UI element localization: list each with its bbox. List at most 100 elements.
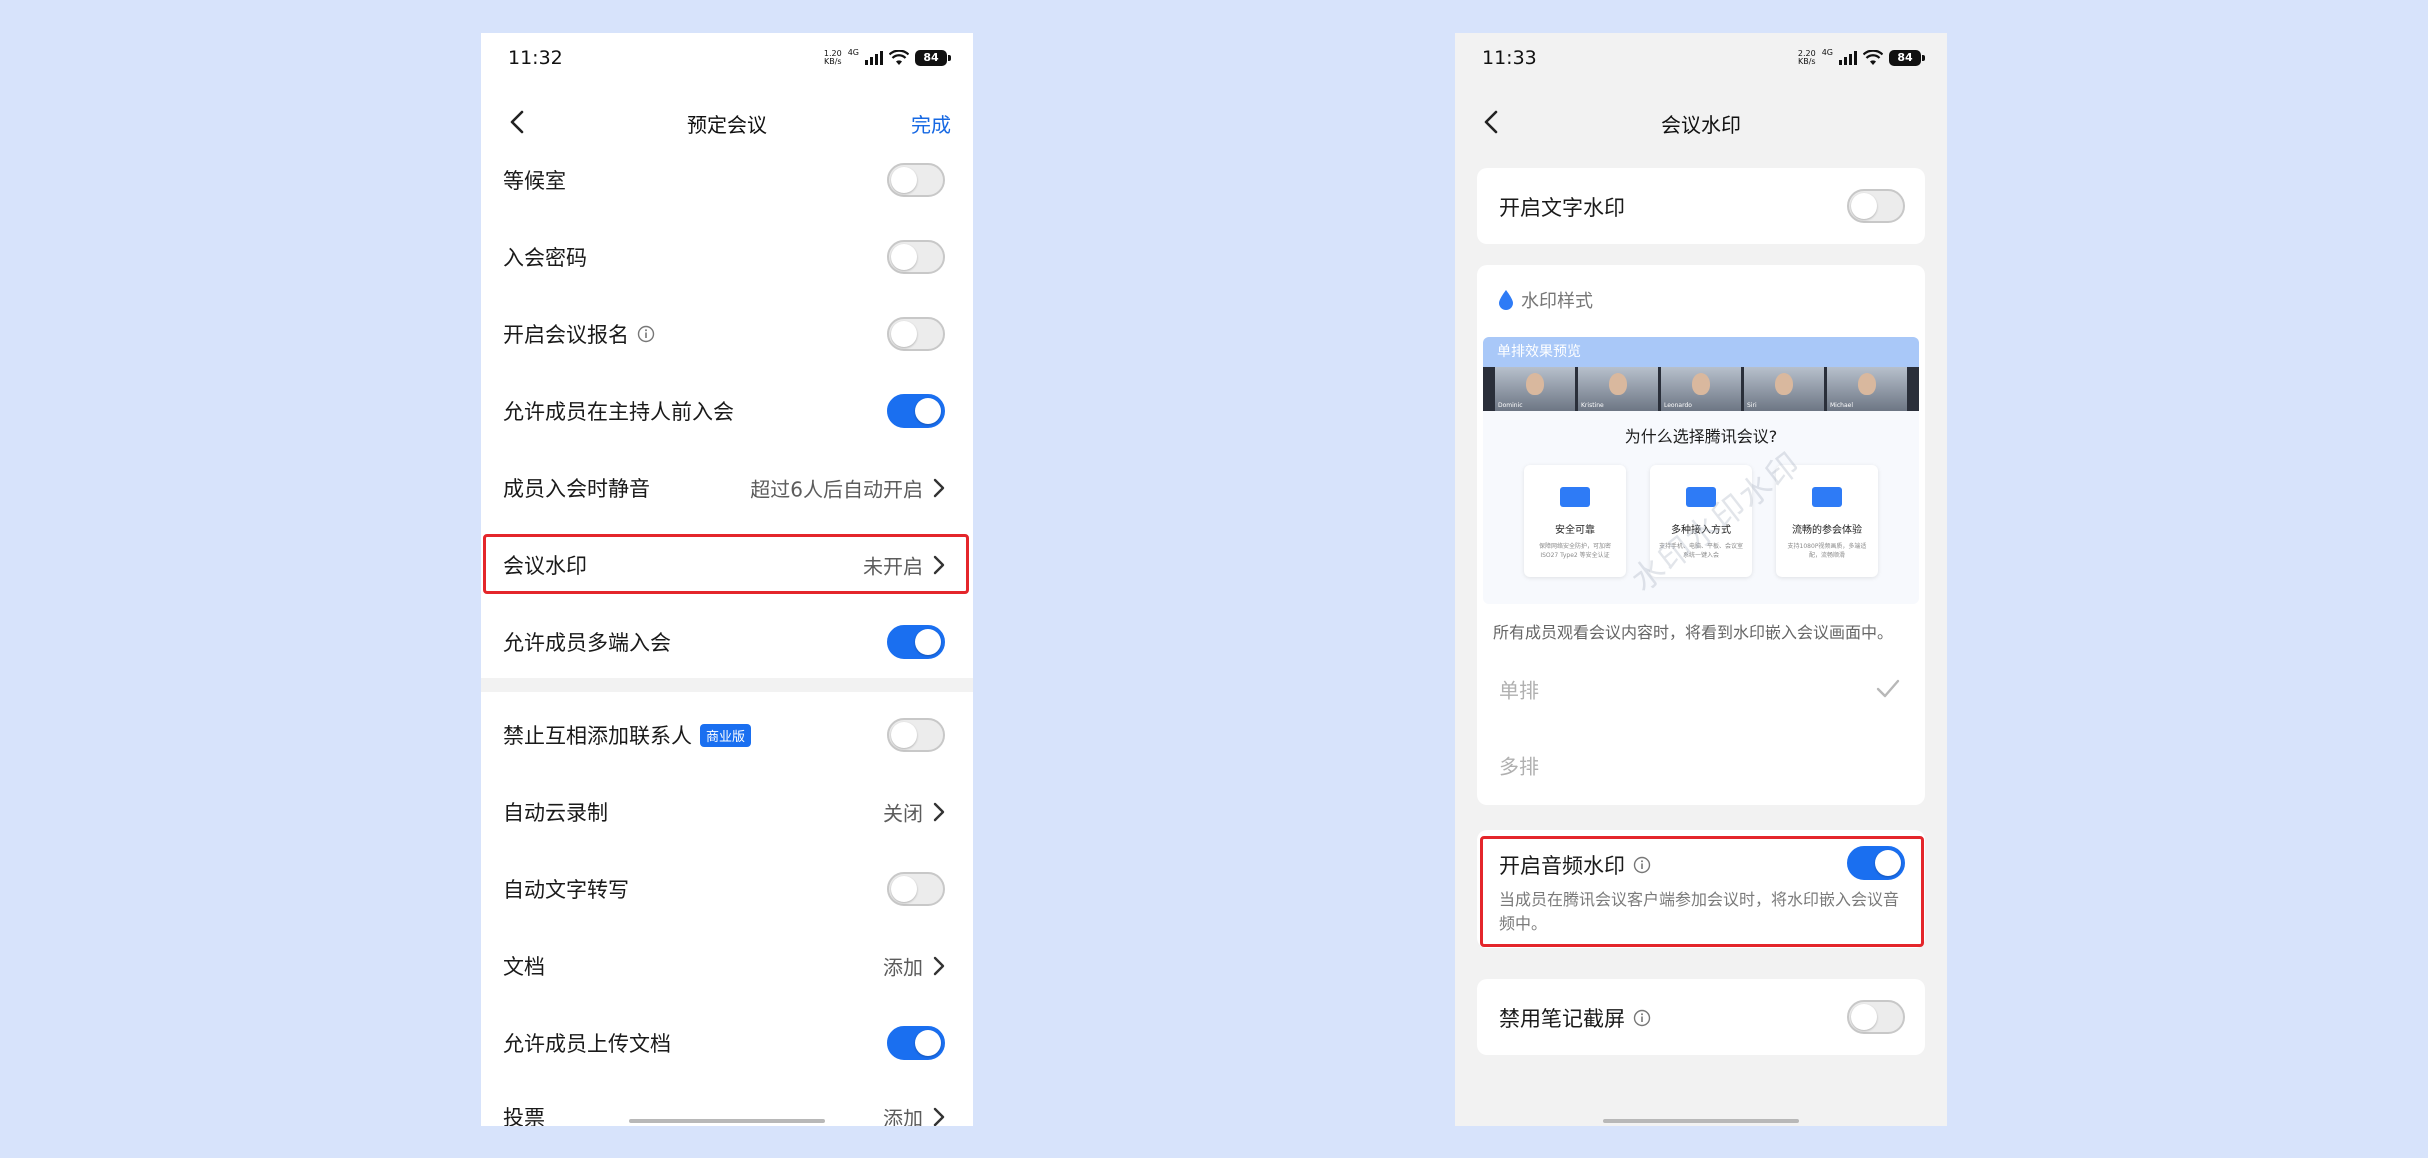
chevron-right-icon xyxy=(933,802,945,822)
row-label: 允许成员上传文档 xyxy=(503,1032,671,1056)
watermark-highlight-box xyxy=(483,534,969,594)
shield-icon xyxy=(1560,487,1590,507)
participant-name: Kristine xyxy=(1581,402,1604,409)
row-label-text: 开启会议报名 xyxy=(503,323,629,347)
text-watermark-label: 开启文字水印 xyxy=(1499,196,1625,220)
page-title: 会议水印 xyxy=(1661,113,1741,137)
row-label: 等候室 xyxy=(503,169,566,193)
status-icons: 1.20 KB/s 4G 84 xyxy=(824,48,951,68)
battery-icon: 84 xyxy=(1889,50,1925,66)
home-indicator xyxy=(1603,1119,1799,1123)
status-bar: 11:32 1.20 KB/s 4G 84 xyxy=(481,33,973,85)
battery-icon: 84 xyxy=(915,50,951,66)
row-label: 文档 xyxy=(503,955,545,979)
status-icons: 2.20 KB/s 4G 84 xyxy=(1798,48,1925,68)
row-value: 超过6人后自动开启 xyxy=(750,477,923,502)
wifi-icon xyxy=(1863,50,1883,65)
waiting-room-toggle[interactable] xyxy=(887,163,945,197)
network-type: 4G xyxy=(1821,48,1833,57)
row-label: 允许成员在主持人前入会 xyxy=(503,400,734,424)
done-button[interactable]: 完成 xyxy=(911,109,951,138)
participant-name: Michael xyxy=(1830,402,1853,409)
style-section-title: 水印样式 xyxy=(1521,291,1593,312)
style-section-header: 水印样式 xyxy=(1497,287,1593,313)
option-single-row[interactable]: 单排 xyxy=(1477,651,1925,727)
option-label: 多排 xyxy=(1499,754,1539,779)
meeting-registration-toggle[interactable] xyxy=(887,317,945,351)
signal-icon xyxy=(1839,51,1857,65)
row-value: 关闭 xyxy=(883,801,923,826)
upload-documents-toggle[interactable] xyxy=(887,1026,945,1060)
feature-desc: 保障网络安全防护，可加密 ISO27 Type2 等安全认证 xyxy=(1538,543,1611,559)
text-watermark-card: 开启文字水印 xyxy=(1477,168,1925,244)
row-multi-device-join: 允许成员多端入会 xyxy=(481,604,973,680)
home-indicator xyxy=(629,1119,825,1123)
feature-title: 流畅的参会体验 xyxy=(1792,525,1862,536)
status-time: 11:32 xyxy=(508,47,563,69)
status-time: 11:33 xyxy=(1482,47,1537,69)
right-phone-screen: 11:33 2.20 KB/s 4G 84 会议水印 开启文字水印 水印样式 单… xyxy=(1455,33,1947,1126)
preview-header: 单排效果预览 xyxy=(1483,337,1919,367)
meeting-password-toggle[interactable] xyxy=(887,240,945,274)
note-screenshot-label-wrap: 禁用笔记截屏 xyxy=(1499,1003,1651,1033)
row-label: 自动文字转写 xyxy=(503,878,629,902)
row-label: 自动云录制 xyxy=(503,801,608,825)
video-strip: Dominic Kristine Leonardo Siri Michael xyxy=(1483,367,1919,411)
nav-bar: 预定会议 完成 xyxy=(481,95,973,149)
option-multi-row[interactable]: 多排 xyxy=(1477,727,1925,803)
style-description: 所有成员观看会议内容时，将看到水印嵌入会议画面中。 xyxy=(1493,623,1894,642)
video-tile: Michael xyxy=(1827,367,1907,411)
chevron-right-icon xyxy=(933,1107,945,1126)
row-label-text: 禁止互相添加联系人 xyxy=(503,724,692,748)
watermark-style-card: 水印样式 单排效果预览 Dominic Kristine Leonardo Si… xyxy=(1477,265,1925,805)
note-screenshot-card: 禁用笔记截屏 xyxy=(1477,979,1925,1055)
feature-title: 安全可靠 xyxy=(1555,525,1595,536)
row-label: 禁止互相添加联系人 商业版 xyxy=(503,720,752,750)
checkmark-icon xyxy=(1876,679,1900,698)
row-auto-cloud-recording[interactable]: 自动云录制 关闭 xyxy=(481,774,973,850)
network-speed: 1.20 KB/s xyxy=(824,50,842,66)
wifi-icon xyxy=(889,50,909,65)
video-tile: Dominic xyxy=(1495,367,1575,411)
row-value: 添加 xyxy=(883,955,923,980)
feature-desc: 支持1080P视频画质，多端适配，流畅顺滑 xyxy=(1787,543,1867,559)
audio-watermark-highlight-box xyxy=(1480,836,1924,947)
row-auto-transcription: 自动文字转写 xyxy=(481,851,973,927)
row-value: 添加 xyxy=(883,1106,923,1127)
row-label: 成员入会时静音 xyxy=(503,477,650,501)
network-speed: 2.20 KB/s xyxy=(1798,50,1816,66)
block-add-contacts-toggle[interactable] xyxy=(887,718,945,752)
chevron-right-icon xyxy=(933,478,945,498)
info-icon[interactable] xyxy=(637,325,655,343)
video-tile: Leonardo xyxy=(1661,367,1741,411)
network-speed-unit: KB/s xyxy=(823,57,842,66)
video-tile: Kristine xyxy=(1578,367,1658,411)
note-screenshot-toggle[interactable] xyxy=(1847,1000,1905,1034)
left-phone-screen: 11:32 1.20 KB/s 4G 84 预定会议 完成 等候室 入会密码 开… xyxy=(481,33,973,1126)
row-documents[interactable]: 文档 添加 xyxy=(481,928,973,1004)
row-block-add-contacts: 禁止互相添加联系人 商业版 xyxy=(481,697,973,773)
multi-device-join-toggle[interactable] xyxy=(887,625,945,659)
signal-icon xyxy=(865,51,883,65)
watermark-preview: 单排效果预览 Dominic Kristine Leonardo Siri Mi… xyxy=(1483,337,1919,604)
participant-name: Siri xyxy=(1747,402,1757,409)
row-waiting-room: 等候室 xyxy=(481,142,973,218)
auto-transcription-toggle[interactable] xyxy=(887,872,945,906)
row-label: 投票 xyxy=(503,1106,545,1126)
row-join-before-host: 允许成员在主持人前入会 xyxy=(481,373,973,449)
network-speed-unit: KB/s xyxy=(1797,57,1816,66)
nav-bar: 会议水印 xyxy=(1455,95,1947,149)
status-bar: 11:33 2.20 KB/s 4G 84 xyxy=(1455,33,1947,85)
join-before-host-toggle[interactable] xyxy=(887,394,945,428)
water-drop-icon xyxy=(1499,290,1513,310)
row-mute-on-entry[interactable]: 成员入会时静音 超过6人后自动开启 xyxy=(481,450,973,526)
business-edition-badge: 商业版 xyxy=(700,723,752,747)
row-label: 开启会议报名 xyxy=(503,319,655,349)
row-meeting-password: 入会密码 xyxy=(481,219,973,295)
row-label: 允许成员多端入会 xyxy=(503,631,671,655)
feature-card: 安全可靠 保障网络安全防护，可加密 ISO27 Type2 等安全认证 xyxy=(1524,465,1626,577)
video-tile: Siri xyxy=(1744,367,1824,411)
user-icon xyxy=(1812,487,1842,507)
info-icon[interactable] xyxy=(1633,1009,1651,1027)
text-watermark-toggle[interactable] xyxy=(1847,189,1905,223)
